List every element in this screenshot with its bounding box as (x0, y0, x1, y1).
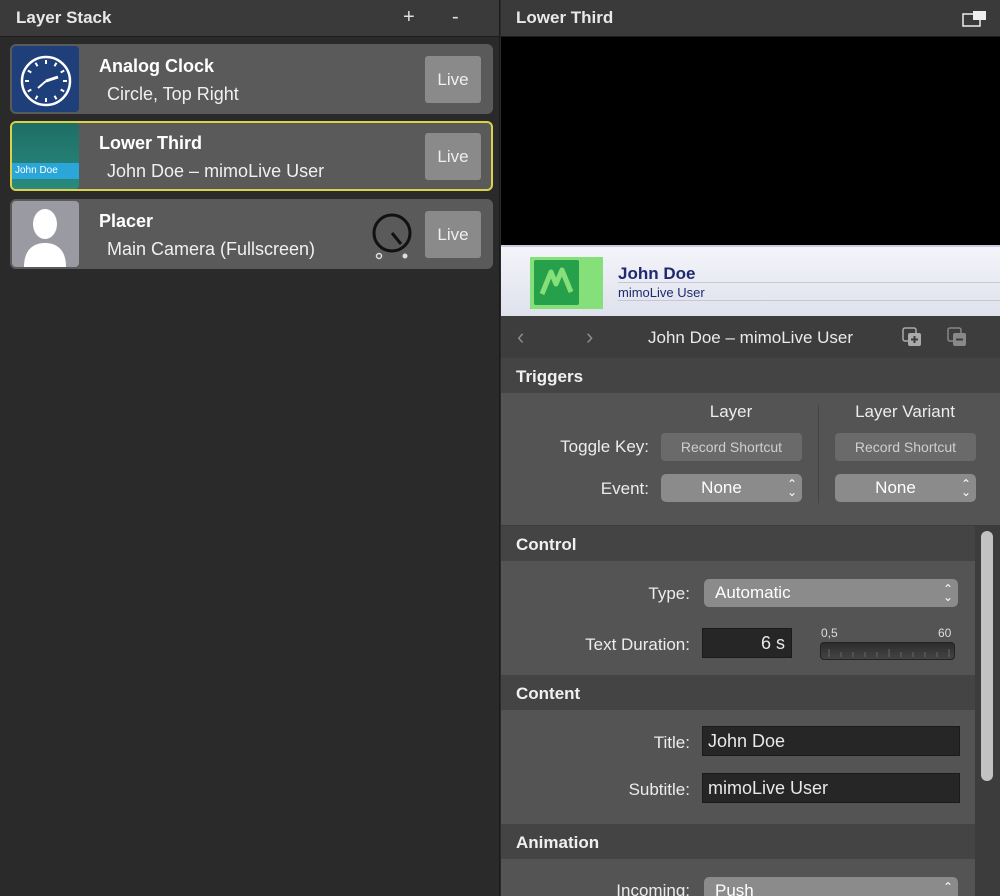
preview-title: John Doe (618, 264, 696, 283)
variant-nav-bar: ‹ › John Doe – mimoLive User (501, 316, 1000, 358)
layer-item-placer[interactable]: Placer Main Camera (Fullscreen) Live (10, 199, 493, 269)
content-section: Title: John Doe Subtitle: mimoLive User (501, 710, 975, 824)
mimolive-logo-icon (530, 257, 603, 309)
subtitle-label: Subtitle: (628, 780, 690, 799)
layer-item-lower-third[interactable]: John Doe Lower Third John Doe – mimoLive… (10, 121, 493, 191)
layer-name: Lower Third (99, 133, 202, 153)
add-layer-button[interactable]: + (403, 6, 415, 29)
layer-name: Analog Clock (99, 56, 215, 76)
layer-name: Placer (99, 211, 154, 231)
control-section-header: Control (501, 526, 975, 561)
remove-variant-icon[interactable] (946, 326, 968, 348)
title-label: Title: (653, 733, 690, 752)
layer-detail-panel: Lower Third John Doe mimoLive User ‹ › J… (501, 0, 1000, 896)
analog-clock-icon (12, 46, 79, 112)
type-label: Type: (648, 584, 690, 603)
event-variant-value: None (875, 478, 916, 497)
preview-monitor: John Doe mimoLive User (501, 37, 1000, 316)
add-variant-icon[interactable] (901, 326, 923, 348)
subtitle-input[interactable]: mimoLive User (702, 773, 960, 803)
text-duration-label: Text Duration: (585, 635, 690, 654)
lower-third-preview-bar: John Doe mimoLive User (501, 245, 1000, 316)
slider-max-label: 60 (938, 626, 952, 640)
scrollbar[interactable] (975, 525, 1000, 896)
title-input[interactable]: John Doe (702, 726, 960, 756)
record-shortcut-variant-button[interactable]: Record Shortcut (835, 433, 976, 461)
layer-subtitle: John Doe – mimoLive User (107, 161, 325, 181)
record-shortcut-layer-button[interactable]: Record Shortcut (661, 433, 802, 461)
control-section: Type: Automatic ⌃ ⌄ Text Duration: 6 s 0,… (501, 561, 975, 675)
animation-section-header: Animation (501, 824, 975, 859)
layer-item-analog-clock[interactable]: Analog Clock Circle, Top Right Live (10, 44, 493, 114)
col-layer-title: Layer (709, 402, 753, 421)
text-duration-field[interactable]: 6 s (702, 628, 792, 658)
detail-header: Lower Third (501, 0, 1000, 37)
event-label: Event: (600, 479, 649, 498)
live-button[interactable]: Live (425, 56, 481, 103)
layer-stack-header: Layer Stack + - (0, 0, 499, 37)
event-layer-select[interactable]: None ⌃ ⌄ (661, 474, 802, 502)
volume-knob-icon[interactable] (370, 211, 414, 261)
event-layer-value: None (701, 478, 742, 497)
updown-arrows-icon: ⌃ ⌄ (960, 477, 972, 499)
lower-third-thumbnail: John Doe (12, 123, 79, 189)
live-button[interactable]: Live (425, 133, 481, 180)
triggers-section-header: Triggers (501, 358, 1000, 393)
live-button[interactable]: Live (425, 211, 481, 258)
person-silhouette-icon (12, 201, 79, 267)
incoming-select[interactable]: Push ⌃ ⌄ (704, 877, 958, 896)
toggle-key-label: Toggle Key: (560, 437, 649, 456)
column-divider (818, 405, 819, 503)
incoming-label: Incoming: (616, 881, 690, 896)
triggers-section: Layer Layer Variant Toggle Key: Record S… (501, 393, 1000, 525)
animation-section: Incoming: Push ⌃ ⌄ (501, 859, 975, 896)
col-variant-title: Layer Variant (855, 402, 955, 421)
layer-subtitle: Circle, Top Right (107, 84, 239, 104)
updown-arrows-icon: ⌃ ⌄ (942, 880, 954, 896)
layer-stack-panel: Layer Stack + - Analog Clock Circle, Top… (0, 0, 500, 896)
updown-arrows-icon: ⌃ ⌄ (786, 477, 798, 499)
content-section-header: Content (501, 675, 975, 710)
event-variant-select[interactable]: None ⌃ ⌄ (835, 474, 976, 502)
preview-subtitle: mimoLive User (618, 285, 705, 300)
thumbnail-label: John Doe (12, 163, 79, 179)
updown-arrows-icon: ⌃ ⌄ (942, 582, 954, 604)
type-value: Automatic (715, 583, 791, 602)
layer-subtitle: Main Camera (Fullscreen) (107, 239, 316, 259)
duration-slider[interactable] (820, 642, 955, 660)
slider-min-label: 0,5 (821, 626, 838, 640)
detach-window-icon[interactable] (962, 10, 988, 28)
variant-title: John Doe – mimoLive User (647, 328, 854, 347)
scroll-thumb[interactable] (981, 531, 993, 781)
type-select[interactable]: Automatic ⌃ ⌄ (704, 579, 958, 607)
incoming-value: Push (715, 881, 754, 896)
detail-title: Lower Third (516, 8, 614, 27)
remove-layer-button[interactable]: - (452, 6, 459, 29)
layer-stack-title: Layer Stack (16, 8, 112, 27)
